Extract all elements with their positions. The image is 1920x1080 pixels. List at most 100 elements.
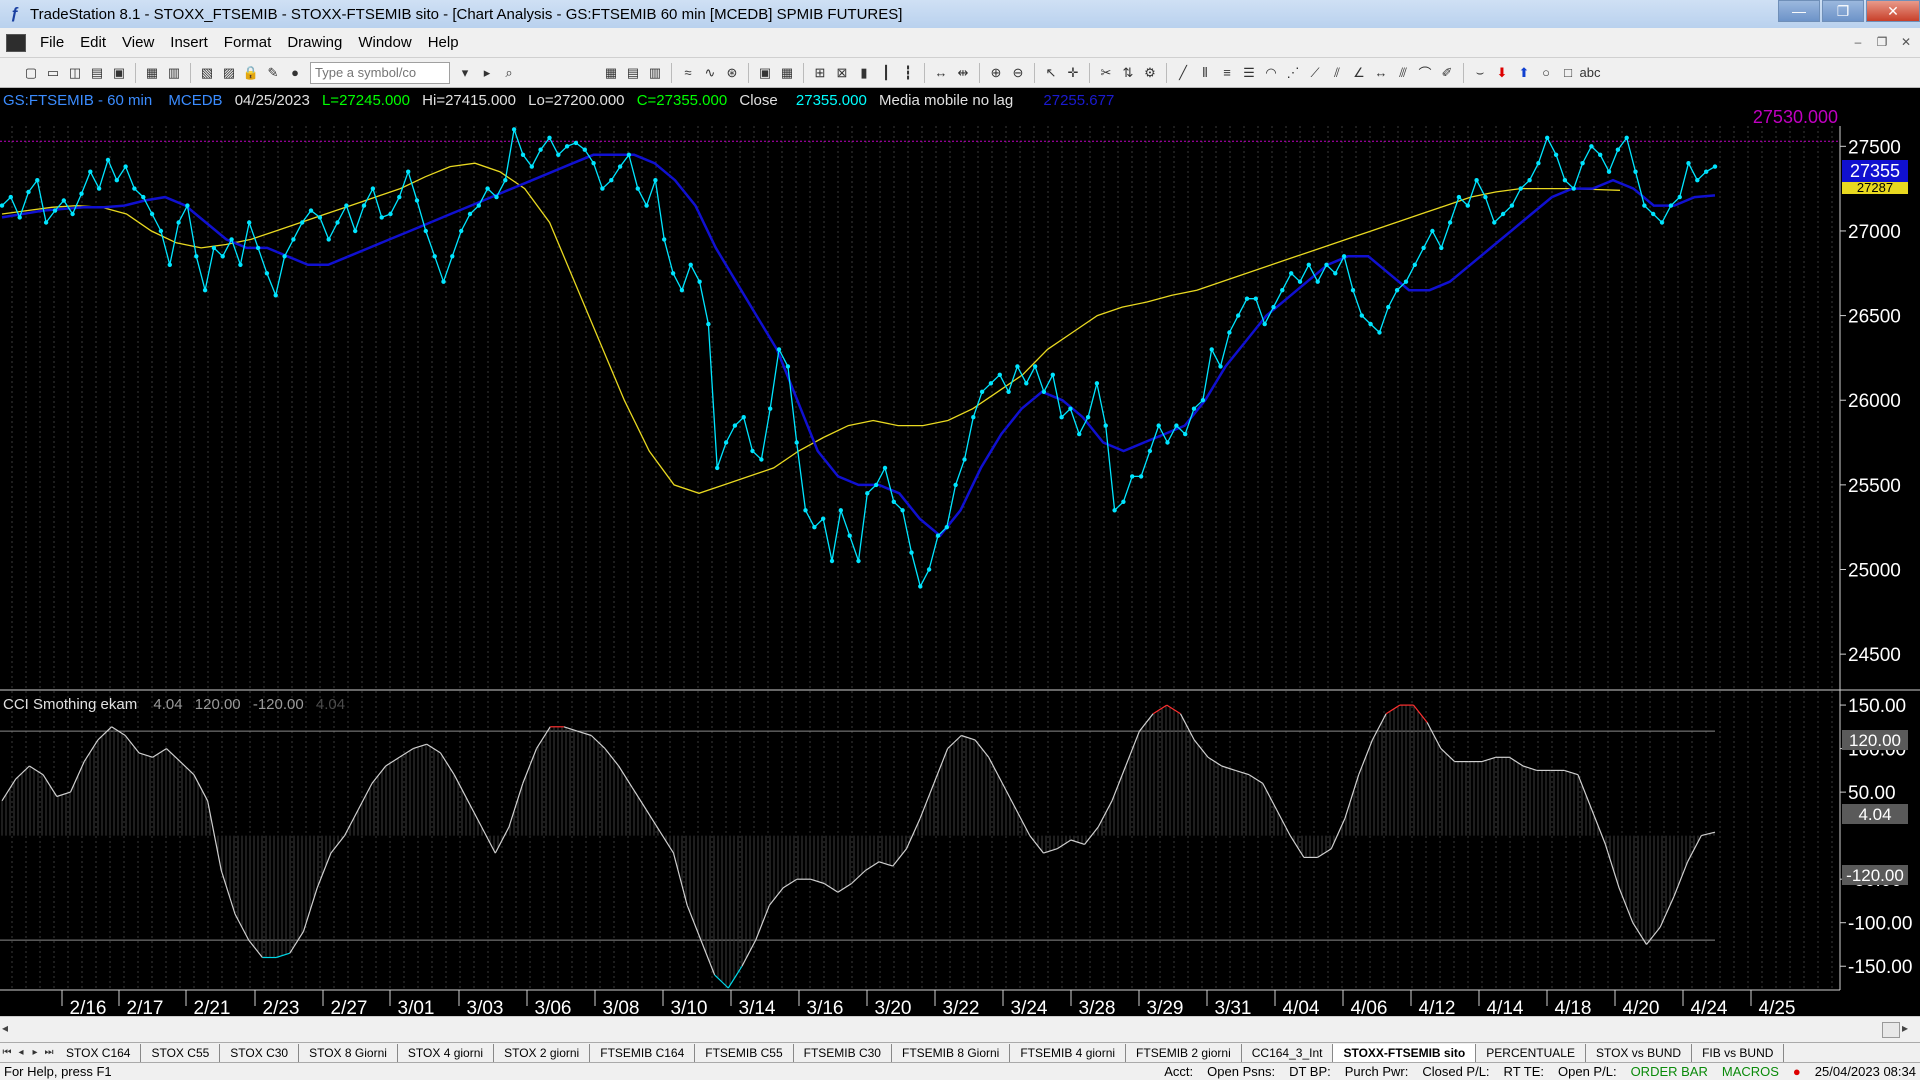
menu-view[interactable]: View	[114, 34, 162, 51]
expand-icon[interactable]: ↔	[932, 64, 950, 82]
lock-icon[interactable]: 🔒	[242, 64, 260, 82]
open-folder-icon[interactable]: ▭	[44, 64, 62, 82]
radar-icon[interactable]: ⊛	[723, 64, 741, 82]
horizontal-ray-icon[interactable]: ↔	[1372, 64, 1390, 82]
parallel-lines-icon[interactable]: ⫻	[1394, 64, 1412, 82]
table-icon[interactable]: ▥	[646, 64, 664, 82]
tradestation-logo-icon[interactable]: ƒ	[6, 5, 24, 23]
matrix-icon[interactable]: ▦	[778, 64, 796, 82]
tools-icon[interactable]: ✂	[1097, 64, 1115, 82]
symbol-input[interactable]	[310, 61, 450, 84]
chart-window-icon[interactable]	[6, 33, 26, 52]
horizontal-lines-icon[interactable]: ≡	[1218, 64, 1236, 82]
print-icon[interactable]: ▥	[165, 64, 183, 82]
print-preview-icon[interactable]: ▦	[143, 64, 161, 82]
menu-insert[interactable]: Insert	[162, 34, 216, 51]
tab-item[interactable]: FTSEMIB C55	[695, 1043, 794, 1062]
scanner-icon[interactable]: ⊞	[811, 64, 829, 82]
chart-horizontal-scrollbar[interactable]: ◂ ▸	[0, 1016, 1920, 1042]
tab-item[interactable]: STOX 2 giorni	[494, 1043, 591, 1062]
menu-window[interactable]: Window	[350, 34, 419, 51]
indicator-icon[interactable]: ∿	[701, 64, 719, 82]
tab-item[interactable]: STOX 8 Giorni	[299, 1043, 398, 1062]
tab-item[interactable]: FTSEMIB 2 giorni	[1126, 1043, 1242, 1062]
close-button[interactable]: ✕	[1866, 0, 1920, 22]
curve-icon[interactable]: ⌣	[1471, 64, 1489, 82]
fibonacci-icon[interactable]: ☰	[1240, 64, 1258, 82]
vertical-lines-icon[interactable]: ⦀	[1196, 64, 1214, 82]
tab-item[interactable]: PERCENTUALE	[1476, 1043, 1586, 1062]
refresh-icon[interactable]: ▧	[198, 64, 216, 82]
settings-icon[interactable]: ⚙	[1141, 64, 1159, 82]
menu-drawing[interactable]: Drawing	[279, 34, 350, 51]
tab-item[interactable]: FIB vs BUND	[1692, 1043, 1785, 1062]
bar-chart-icon[interactable]: ▮	[855, 64, 873, 82]
text-tool-icon[interactable]: abc	[1580, 64, 1601, 82]
compress-icon[interactable]: ⇹	[954, 64, 972, 82]
menu-file[interactable]: File	[32, 34, 72, 51]
strategy-icon[interactable]: ✎	[264, 64, 282, 82]
tab-item[interactable]: FTSEMIB 4 giorni	[1010, 1043, 1127, 1062]
tab-item[interactable]: FTSEMIB C164	[590, 1043, 696, 1062]
down-arrow-red-icon[interactable]: ⬇	[1493, 64, 1511, 82]
link-icon[interactable]: ▨	[220, 64, 238, 82]
minimize-button[interactable]: —	[1778, 0, 1820, 22]
channel-icon[interactable]: ⫽	[1328, 64, 1346, 82]
zoom-out-icon[interactable]: ⊖	[1009, 64, 1027, 82]
format-icon[interactable]: ▦	[602, 64, 620, 82]
menu-edit[interactable]: Edit	[72, 34, 114, 51]
tab-item[interactable]: STOX C30	[220, 1043, 300, 1062]
fan-icon[interactable]: ⋰	[1284, 64, 1302, 82]
chart-analysis-window[interactable]: GS:FTSEMIB - 60 min MCEDB 04/25/2023 L=2…	[0, 88, 1920, 1024]
gann-icon[interactable]: ∠	[1350, 64, 1368, 82]
scroll-right-icon[interactable]: ▸	[1902, 1021, 1918, 1037]
pointer-icon[interactable]: ↖	[1042, 64, 1060, 82]
play-arrow-icon[interactable]: ▸	[478, 64, 496, 82]
trendline-icon[interactable]: ╱	[1174, 64, 1192, 82]
tab-item[interactable]: FTSEMIB C30	[794, 1043, 892, 1062]
tab-prev-icon[interactable]: ◂	[14, 1047, 28, 1058]
chart-canvas[interactable]: GS:FTSEMIB - 60 min MCEDB 04/25/2023 L=2…	[0, 88, 1920, 1024]
tab-item[interactable]: STOX vs BUND	[1586, 1043, 1693, 1062]
tab-first-icon[interactable]: ⏮	[0, 1047, 14, 1058]
cycle-icon[interactable]: ⌒	[1416, 64, 1434, 82]
alert-icon[interactable]: ⊠	[833, 64, 851, 82]
ellipse-icon[interactable]: ○	[1537, 64, 1555, 82]
chart-window-icon[interactable]: ▣	[756, 64, 774, 82]
globe-icon[interactable]: ●	[286, 64, 304, 82]
tab-item[interactable]: STOX C164	[56, 1043, 142, 1062]
dropdown-arrow-icon[interactable]: ▾	[456, 64, 474, 82]
mdi-restore-button[interactable]: ❐	[1872, 33, 1892, 51]
save-icon[interactable]: ▣	[110, 64, 128, 82]
status-macros[interactable]: MACROS	[1722, 1064, 1779, 1079]
tab-item[interactable]: STOXX-FTSEMIB sito	[1333, 1043, 1477, 1062]
arc-icon[interactable]: ◠	[1262, 64, 1280, 82]
speed-line-icon[interactable]: ⟋	[1306, 64, 1324, 82]
tab-item[interactable]: STOX 4 giorni	[398, 1043, 495, 1062]
order-icon[interactable]: ⇅	[1119, 64, 1137, 82]
tab-item[interactable]: CC164_3_Int	[1242, 1043, 1334, 1062]
tab-item[interactable]: STOX C55	[141, 1043, 221, 1062]
tab-item[interactable]: FTSEMIB 8 Giorni	[892, 1043, 1011, 1062]
candlestick-icon[interactable]: ┃	[877, 64, 895, 82]
open-workspace-icon[interactable]: ◫	[66, 64, 84, 82]
maximize-button[interactable]: ❐	[1822, 0, 1864, 22]
new-file-icon[interactable]: ▢	[22, 64, 40, 82]
scroll-left-icon[interactable]: ◂	[2, 1021, 18, 1037]
tab-last-icon[interactable]: ⏭	[42, 1047, 56, 1058]
scroll-thumb[interactable]	[1882, 1022, 1900, 1038]
chart-style-icon[interactable]: ≈	[679, 64, 697, 82]
up-arrow-blue-icon[interactable]: ⬆	[1515, 64, 1533, 82]
data-window-icon[interactable]: ▤	[624, 64, 642, 82]
ohlc-icon[interactable]: ┇	[899, 64, 917, 82]
tab-next-icon[interactable]: ▸	[28, 1047, 42, 1058]
search-symbol-icon[interactable]: ⌕	[500, 64, 518, 82]
menu-format[interactable]: Format	[216, 34, 280, 51]
pen-icon[interactable]: ✐	[1438, 64, 1456, 82]
mdi-close-button[interactable]: ✕	[1896, 33, 1916, 51]
zoom-in-icon[interactable]: ⊕	[987, 64, 1005, 82]
rectangle-icon[interactable]: □	[1559, 64, 1577, 82]
mdi-minimize-button[interactable]: –	[1848, 33, 1868, 51]
crosshair-icon[interactable]: ✛	[1064, 64, 1082, 82]
new-window-icon[interactable]: ▤	[88, 64, 106, 82]
